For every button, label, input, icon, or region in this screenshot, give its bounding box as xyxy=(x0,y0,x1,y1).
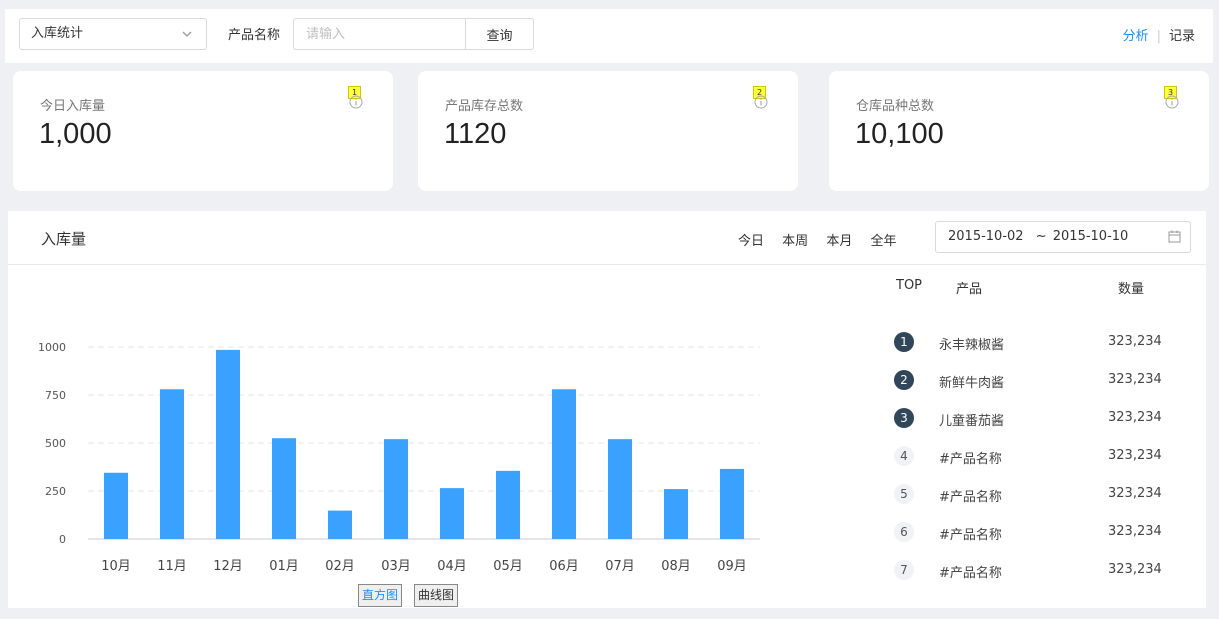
x-tick-label: 05月 xyxy=(493,559,523,574)
x-tick-label: 09月 xyxy=(717,559,747,574)
date-separator: ~ xyxy=(1035,229,1047,244)
stat-card-value: 1120 xyxy=(444,118,507,150)
rank-number: 7 xyxy=(894,560,914,580)
rank-quantity: 323,234 xyxy=(1108,486,1162,501)
period-today[interactable]: 今日 xyxy=(738,234,764,249)
nav-analysis-link[interactable]: 分析 xyxy=(1123,29,1149,44)
panel-title: 入库量 xyxy=(41,230,87,248)
rank-row: 7 #产品名称 323,234 xyxy=(894,560,1184,581)
date-range-picker[interactable]: 2015-10-02 ~ 2015-10-10 xyxy=(935,221,1191,253)
x-tick-label: 11月 xyxy=(157,559,187,574)
x-tick-label: 03月 xyxy=(381,559,411,574)
y-tick-label: 1000 xyxy=(38,341,66,354)
bar-11月[interactable] xyxy=(160,389,184,539)
rank-row: 3 儿童番茄酱 323,234 xyxy=(894,408,1184,429)
bar-06月[interactable] xyxy=(552,389,576,539)
bar-07月[interactable] xyxy=(608,439,632,539)
rank-product-name: #产品名称 xyxy=(939,452,1002,467)
bar-03月[interactable] xyxy=(384,439,408,539)
rank-product-name: 永丰辣椒酱 xyxy=(939,338,1005,353)
stat-card-label: 产品库存总数 xyxy=(445,99,524,114)
x-tick-label: 07月 xyxy=(605,559,635,574)
rank-number: 6 xyxy=(894,522,914,542)
rank-product-name: #产品名称 xyxy=(939,528,1002,543)
y-tick-label: 250 xyxy=(45,485,66,498)
view-switch: 分析 | 记录 xyxy=(1123,25,1195,44)
calendar-icon xyxy=(1168,230,1181,243)
rank-row: 5 #产品名称 323,234 xyxy=(894,484,1184,505)
period-month[interactable]: 本月 xyxy=(826,234,852,249)
rank-product-name: #产品名称 xyxy=(939,566,1002,581)
bar-05月[interactable] xyxy=(496,470,520,539)
rank-number: 4 xyxy=(894,446,914,466)
rank-product-name: 新鲜牛肉酱 xyxy=(939,376,1005,391)
bar-12月[interactable] xyxy=(216,349,240,539)
rank-quantity: 323,234 xyxy=(1108,372,1162,387)
stat-type-select[interactable]: 入库统计 xyxy=(19,18,207,50)
bar-10月[interactable] xyxy=(104,472,128,539)
bar-04月[interactable] xyxy=(440,488,464,539)
rank-number: 5 xyxy=(894,484,914,504)
y-tick-label: 500 xyxy=(45,437,66,450)
stat-card-warehouse-varieties: 仓库品种总数 10,100 3 xyxy=(829,71,1209,191)
nav-records-link[interactable]: 记录 xyxy=(1169,29,1195,44)
rank-product-name: 儿童番茄酱 xyxy=(939,414,1005,429)
rank-number: 3 xyxy=(894,408,914,428)
rank-product-name: #产品名称 xyxy=(939,490,1002,505)
stat-card-today-inbound: 今日入库量 1,000 1 xyxy=(13,71,393,191)
stat-card-value: 1,000 xyxy=(39,118,112,150)
info-icon[interactable] xyxy=(349,95,363,109)
stat-card-total-stock: 产品库存总数 1120 2 xyxy=(418,71,798,191)
rank-header-top: TOP xyxy=(896,278,923,293)
stat-type-select-value: 入库统计 xyxy=(31,26,84,41)
rank-quantity: 323,234 xyxy=(1108,334,1162,349)
bar-08月[interactable] xyxy=(664,489,688,539)
x-tick-label: 02月 xyxy=(325,559,355,574)
filter-bar: 入库统计 产品名称 查询 分析 | 记录 xyxy=(5,9,1213,63)
nav-divider: | xyxy=(1156,29,1161,44)
inbound-chart-panel: 入库量 今日 本周 本月 全年 2015-10-02 ~ 2015-10-10 … xyxy=(8,211,1206,608)
x-tick-label: 10月 xyxy=(101,559,131,574)
y-tick-label: 0 xyxy=(59,533,66,546)
bar-02月[interactable] xyxy=(328,510,352,539)
search-button[interactable]: 查询 xyxy=(465,18,534,50)
rank-row: 4 #产品名称 323,234 xyxy=(894,446,1184,467)
x-tick-label: 12月 xyxy=(213,559,243,574)
product-name-input[interactable] xyxy=(293,18,466,50)
x-tick-label: 08月 xyxy=(661,559,691,574)
rank-number: 1 xyxy=(894,332,914,352)
rank-header-product: 产品 xyxy=(956,282,983,297)
x-tick-label: 04月 xyxy=(437,559,467,574)
info-icon[interactable] xyxy=(1165,95,1179,109)
y-tick-label: 750 xyxy=(45,389,66,402)
x-tick-label: 06月 xyxy=(549,559,579,574)
rank-number: 2 xyxy=(894,370,914,390)
chevron-down-icon xyxy=(182,31,192,37)
rank-quantity: 323,234 xyxy=(1108,448,1162,463)
x-tick-label: 01月 xyxy=(269,559,299,574)
stat-card-label: 仓库品种总数 xyxy=(856,99,935,114)
stat-card-value: 10,100 xyxy=(855,118,944,150)
chart-tab-histogram[interactable]: 直方图 xyxy=(358,584,403,607)
rank-header-qty: 数量 xyxy=(1118,282,1145,297)
date-start: 2015-10-02 xyxy=(948,229,1024,244)
period-filter: 今日 本周 本月 全年 xyxy=(738,230,910,249)
product-name-label: 产品名称 xyxy=(228,28,281,43)
rank-quantity: 323,234 xyxy=(1108,410,1162,425)
rank-row: 1 永丰辣椒酱 323,234 xyxy=(894,332,1184,353)
bar-01月[interactable] xyxy=(272,438,296,539)
stat-card-label: 今日入库量 xyxy=(40,99,106,114)
date-end: 2015-10-10 xyxy=(1052,229,1129,244)
rank-row: 6 #产品名称 323,234 xyxy=(894,522,1184,543)
rank-row: 2 新鲜牛肉酱 323,234 xyxy=(894,370,1184,391)
period-year[interactable]: 全年 xyxy=(870,234,896,249)
inbound-bar-chart: 0 250 500 750 1000 10月 11月 12月 01月 02月 03月 04月 05月 06… xyxy=(38,341,760,574)
bar-09月[interactable] xyxy=(720,468,744,539)
period-week[interactable]: 本周 xyxy=(782,234,808,249)
rank-quantity: 323,234 xyxy=(1108,524,1162,539)
rank-quantity: 323,234 xyxy=(1108,562,1162,577)
chart-tab-curve[interactable]: 曲线图 xyxy=(414,584,459,607)
info-icon[interactable] xyxy=(754,95,768,109)
